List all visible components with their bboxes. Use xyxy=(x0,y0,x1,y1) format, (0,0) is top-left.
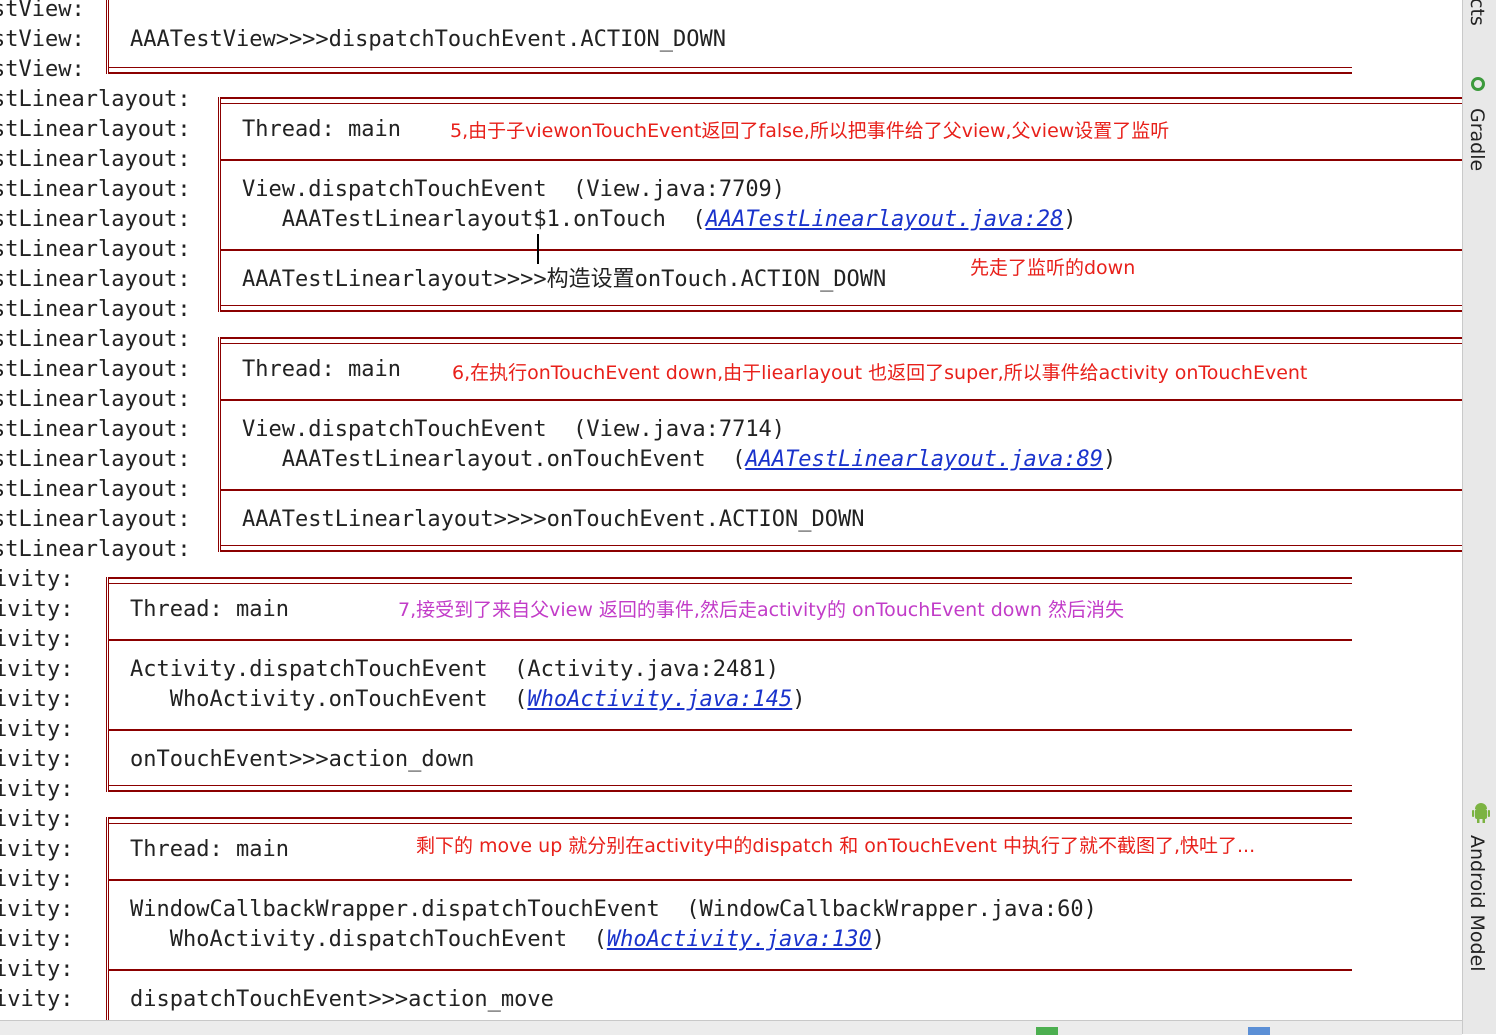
log-tag-prefix: ivity: xyxy=(0,597,74,622)
box-separator xyxy=(109,879,1352,881)
logcat-output[interactable]: stView: stView: stView: stLinearlayout: stLi… xyxy=(0,0,1462,1020)
log-message[interactable]: AAATestLinearlayout>>>>onTouchEvent.ACTI… xyxy=(242,505,865,535)
box-separator xyxy=(109,639,1352,641)
log-tag-prefix: stView: xyxy=(0,57,85,82)
annotation-note: 先走了监听的down xyxy=(970,257,1136,279)
source-link[interactable]: AAATestLinearlayout.java:89 xyxy=(745,447,1103,472)
log-tag-prefix: ivity: xyxy=(0,987,74,1012)
log-tag-prefix: stLinearlayout: xyxy=(0,447,191,472)
tab-gradle[interactable]: Gradle xyxy=(1466,108,1488,171)
annotation-note: 6,在执行onTouchEvent down,由于liearlayout 也返回… xyxy=(452,362,1308,384)
gradle-icon xyxy=(1471,77,1485,91)
thread-label: Thread: main xyxy=(242,357,401,382)
log-tag-prefix: stView: xyxy=(0,27,85,52)
stack-trace-line: Activity.dispatchTouchEvent (Activity.ja… xyxy=(130,657,780,682)
log-tag-prefix: stView: xyxy=(0,0,85,22)
box-top-rule xyxy=(221,337,1462,344)
box-separator xyxy=(221,249,1462,251)
box-top-rule xyxy=(221,97,1462,104)
log-tag-prefix: stLinearlayout: xyxy=(0,147,191,172)
thread-label: Thread: main xyxy=(242,117,401,142)
log-tag-prefix: stLinearlayout: xyxy=(0,537,191,562)
tab-projects[interactable]: cts xyxy=(1466,0,1488,26)
log-tag-prefix: ivity: xyxy=(0,687,74,712)
box-bottom-rule xyxy=(109,67,1352,74)
log-tag-prefix: ivity: xyxy=(0,567,74,592)
log-tag-prefix: stLinearlayout: xyxy=(0,87,191,112)
box-top-rule xyxy=(109,817,1352,824)
log-tag-prefix: ivity: xyxy=(0,657,74,682)
log-tag-prefix: ivity: xyxy=(0,777,74,802)
tab-android-model[interactable]: Android Model xyxy=(1466,835,1488,972)
source-link[interactable]: AAATestLinearlayout.java:28 xyxy=(706,207,1064,232)
box-separator xyxy=(221,399,1462,401)
thread-label: Thread: main xyxy=(130,597,289,622)
stack-trace-line: WhoActivity.dispatchTouchEvent (WhoActiv… xyxy=(130,927,885,952)
box-separator xyxy=(109,969,1352,971)
stack-trace-line: AAATestLinearlayout.onTouchEvent (AAATes… xyxy=(242,447,1117,472)
log-message[interactable]: onTouchEvent>>>action_down xyxy=(130,745,474,775)
stack-trace-line: AAATestLinearlayout$1.onTouch (AAATestLi… xyxy=(242,207,1077,232)
log-message[interactable]: AAATestView>>>>dispatchTouchEvent.ACTION… xyxy=(130,25,726,55)
log-message[interactable]: dispatchTouchEvent>>>action_move xyxy=(130,985,554,1015)
log-tag-prefix: ivity: xyxy=(0,867,74,892)
log-tag-prefix: ivity: xyxy=(0,807,74,832)
log-tag-prefix: stLinearlayout: xyxy=(0,477,191,502)
log-tag-prefix: stLinearlayout: xyxy=(0,207,191,232)
stack-trace-line: WindowCallbackWrapper.dispatchTouchEvent… xyxy=(130,897,1097,922)
source-link[interactable]: WhoActivity.java:130 xyxy=(607,927,872,952)
android-icon xyxy=(1472,802,1490,824)
box-separator xyxy=(109,729,1352,731)
box-separator xyxy=(221,159,1462,161)
log-message[interactable]: AAATestLinearlayout>>>>构造设置onTouch.ACTIO… xyxy=(242,265,886,295)
log-tag-prefix: ivity: xyxy=(0,837,74,862)
log-tag-prefix: ivity: xyxy=(0,747,74,772)
log-tag-prefix: stLinearlayout: xyxy=(0,387,191,412)
text-cursor xyxy=(537,234,539,264)
log-tag-prefix: stLinearlayout: xyxy=(0,327,191,352)
log-tag-prefix: stLinearlayout: xyxy=(0,267,191,292)
thread-label: Thread: main xyxy=(130,837,289,862)
stack-trace-line: View.dispatchTouchEvent (View.java:7709) xyxy=(242,177,786,202)
log-tag-prefix: stLinearlayout: xyxy=(0,297,191,322)
annotation-note: 剩下的 move up 就分别在activity中的dispatch 和 onT… xyxy=(416,835,1256,857)
stack-trace-line: View.dispatchTouchEvent (View.java:7714) xyxy=(242,417,786,442)
log-tag-prefix: stLinearlayout: xyxy=(0,507,191,532)
log-tag-prefix: ivity: xyxy=(0,927,74,952)
box-separator xyxy=(221,489,1462,491)
log-tag-prefix: ivity: xyxy=(0,957,74,982)
tool-window-strip: cts Gradle Android Model xyxy=(1462,0,1496,1034)
log-tag-prefix: stLinearlayout: xyxy=(0,417,191,442)
log-tag-prefix: stLinearlayout: xyxy=(0,177,191,202)
stack-trace-line: WhoActivity.onTouchEvent (WhoActivity.ja… xyxy=(130,687,806,712)
log-tag-prefix: stLinearlayout: xyxy=(0,357,191,382)
box-bottom-rule xyxy=(221,545,1462,552)
log-tag-prefix: stLinearlayout: xyxy=(0,237,191,262)
log-tag-prefix: ivity: xyxy=(0,717,74,742)
box-top-rule xyxy=(109,577,1352,584)
box-bottom-rule xyxy=(221,305,1462,312)
log-tag-prefix: ivity: xyxy=(0,897,74,922)
source-link[interactable]: WhoActivity.java:145 xyxy=(527,687,792,712)
annotation-note: 7,接受到了来自父view 返回的事件,然后走activity的 onTouch… xyxy=(398,599,1125,621)
log-tag-prefix: stLinearlayout: xyxy=(0,117,191,142)
log-tag-prefix: ivity: xyxy=(0,627,74,652)
box-bottom-rule xyxy=(109,785,1352,792)
annotation-note: 5,由于子viewonTouchEvent返回了false,所以把事件给了父vi… xyxy=(450,120,1170,142)
status-bar xyxy=(0,1020,1462,1035)
